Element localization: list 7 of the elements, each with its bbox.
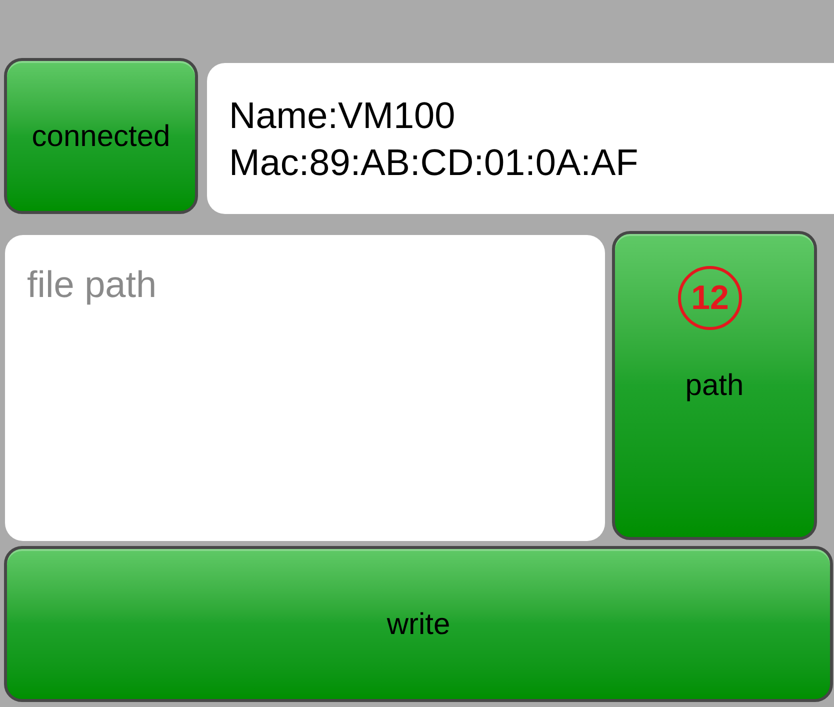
mac-address-text: Mac:89:AB:CD:01:0A:AF (229, 140, 638, 184)
circled-number: 12 (678, 266, 742, 330)
path-button[interactable]: 12 path (612, 231, 817, 540)
file-path-field[interactable]: file path (5, 235, 605, 541)
device-name-text: Name:VM100 (229, 94, 456, 138)
write-button[interactable]: write (4, 546, 833, 702)
connected-button[interactable]: connected (4, 58, 198, 214)
